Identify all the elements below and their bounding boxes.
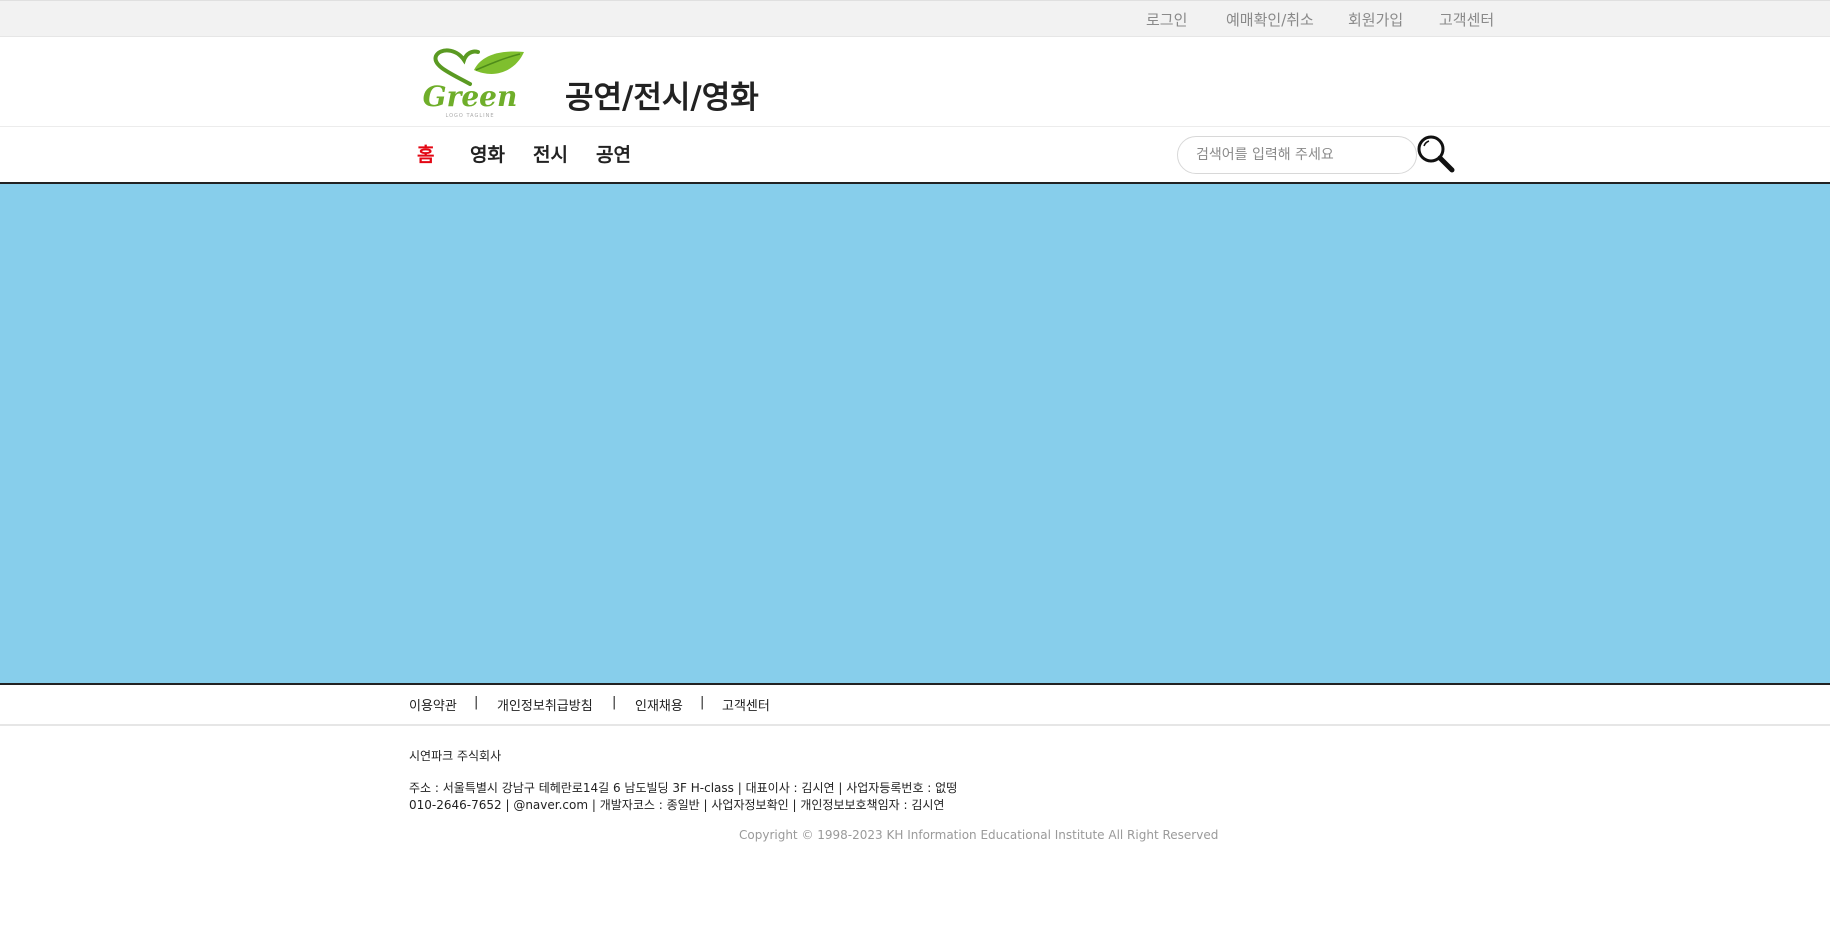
search-icon [1417, 135, 1455, 173]
footer-separator: | [474, 695, 479, 710]
copyright-text: Copyright © 1998-2023 KH Information Edu… [739, 828, 1219, 842]
nav-home[interactable]: 홈 [417, 140, 434, 167]
reservation-link[interactable]: 예매확인/취소 [1226, 9, 1314, 30]
signup-link[interactable]: 회원가입 [1348, 9, 1403, 30]
search-button[interactable] [1415, 133, 1457, 175]
company-name: 시연파크 주식회사 [409, 749, 502, 763]
site-header [0, 37, 1830, 127]
footer-nav: 이용약관 | 개인정보취급방침 | 인재채용 | 고객센터 [0, 685, 1830, 726]
svg-text:LOGO TAGLINE: LOGO TAGLINE [446, 113, 495, 119]
nav-exhibition[interactable]: 전시 [533, 140, 568, 167]
footer-support-link[interactable]: 고객센터 [722, 695, 770, 714]
nav-movie[interactable]: 영화 [470, 140, 505, 167]
support-link[interactable]: 고객센터 [1439, 9, 1494, 30]
main-nav: 홈 영화 전시 공연 [0, 127, 1830, 184]
page-title: 공연/전시/영화 [565, 80, 759, 116]
top-utility-bar: 로그인 예매확인/취소 회원가입 고객센터 [0, 0, 1830, 37]
svg-text:Green: Green [423, 80, 518, 113]
company-address: 주소 : 서울특별시 강남구 테헤란로14길 6 남도빌딩 3F H-class… [409, 781, 958, 795]
footer-terms-link[interactable]: 이용약관 [409, 695, 457, 714]
nav-performance[interactable]: 공연 [596, 140, 631, 167]
main-banner [0, 184, 1830, 684]
footer-separator: | [700, 695, 705, 710]
footer-privacy-link[interactable]: 개인정보취급방침 [497, 695, 593, 714]
site-logo[interactable]: Green LOGO TAGLINE [412, 46, 528, 120]
logo-graphic: Green LOGO TAGLINE [423, 48, 524, 119]
footer-careers-link[interactable]: 인재채용 [635, 695, 683, 714]
search-input[interactable] [1177, 136, 1417, 174]
company-contact: 010-2646-7652 | @naver.com | 개발자코스 : 종일반… [409, 798, 945, 812]
footer-separator: | [612, 695, 617, 710]
login-link[interactable]: 로그인 [1146, 9, 1187, 30]
